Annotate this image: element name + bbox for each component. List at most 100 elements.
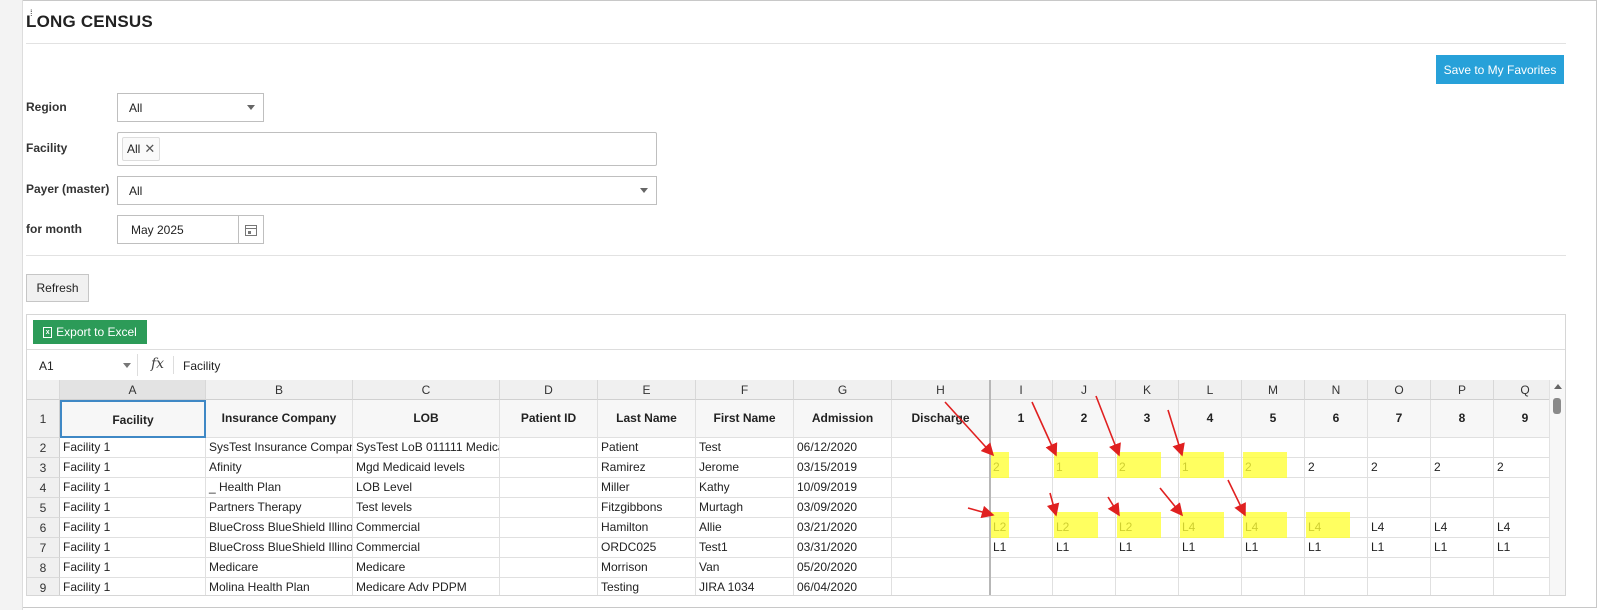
table-cell[interactable]: SysTest LoB 011111 Medicare — [353, 438, 500, 458]
table-header-cell[interactable]: Insurance Company — [206, 400, 353, 438]
table-header-cell[interactable]: LOB — [353, 400, 500, 438]
table-cell[interactable] — [990, 558, 1053, 578]
column-header[interactable]: C — [353, 380, 500, 400]
table-cell[interactable]: Hamilton — [598, 518, 696, 538]
table-cell[interactable]: L1 — [1494, 538, 1557, 558]
table-header-cell[interactable]: 5 — [1242, 400, 1305, 438]
column-header[interactable]: O — [1368, 380, 1431, 400]
table-cell[interactable]: 06/04/2020 — [794, 578, 892, 595]
table-cell[interactable] — [892, 578, 990, 595]
table-cell[interactable] — [1179, 478, 1242, 498]
table-cell[interactable]: ORDC025 — [598, 538, 696, 558]
table-cell[interactable] — [500, 578, 598, 595]
column-header[interactable]: L — [1179, 380, 1242, 400]
table-cell[interactable]: L1 — [1179, 538, 1242, 558]
table-cell[interactable] — [1053, 578, 1116, 595]
table-cell[interactable] — [500, 458, 598, 478]
table-cell[interactable] — [500, 478, 598, 498]
table-cell[interactable]: L1 — [990, 538, 1053, 558]
table-cell[interactable]: 03/21/2020 — [794, 518, 892, 538]
table-cell[interactable]: Kathy — [696, 478, 794, 498]
table-header-cell[interactable]: 2 — [1053, 400, 1116, 438]
table-cell[interactable]: Medicare Adv PDPM — [353, 578, 500, 595]
table-cell[interactable] — [892, 538, 990, 558]
table-cell[interactable]: Facility 1 — [60, 458, 206, 478]
table-cell[interactable] — [1179, 578, 1242, 595]
table-cell[interactable] — [1305, 558, 1368, 578]
row-header[interactable]: 1 — [27, 400, 60, 438]
table-cell[interactable] — [1053, 478, 1116, 498]
column-header[interactable]: H — [892, 380, 990, 400]
table-cell[interactable]: Morrison — [598, 558, 696, 578]
table-cell[interactable]: 2 — [1494, 458, 1557, 478]
table-cell[interactable]: Test — [696, 438, 794, 458]
column-header[interactable]: M — [1242, 380, 1305, 400]
table-cell[interactable]: Molina Health Plan — [206, 578, 353, 595]
table-header-cell[interactable]: 3 — [1116, 400, 1179, 438]
table-cell[interactable]: Commercial — [353, 518, 500, 538]
row-header[interactable]: 5 — [27, 498, 60, 518]
scrollbar-thumb[interactable] — [1553, 398, 1561, 414]
column-header[interactable]: G — [794, 380, 892, 400]
scroll-up-icon[interactable] — [1554, 384, 1562, 389]
column-header[interactable]: Q — [1494, 380, 1557, 400]
table-cell[interactable] — [500, 438, 598, 458]
table-cell[interactable]: Facility 1 — [60, 518, 206, 538]
table-cell[interactable] — [1368, 438, 1431, 458]
table-cell[interactable] — [1431, 498, 1494, 518]
chevron-down-icon[interactable] — [123, 363, 131, 368]
table-cell[interactable]: Medicare — [353, 558, 500, 578]
table-header-cell[interactable]: Admission — [794, 400, 892, 438]
table-cell[interactable]: 06/12/2020 — [794, 438, 892, 458]
table-cell[interactable] — [990, 578, 1053, 595]
table-cell[interactable]: BlueCross BlueShield Illinois — [206, 538, 353, 558]
table-header-cell[interactable]: First Name — [696, 400, 794, 438]
row-header[interactable]: 2 — [27, 438, 60, 458]
table-cell[interactable]: L1 — [1305, 538, 1368, 558]
table-cell[interactable]: 10/09/2019 — [794, 478, 892, 498]
table-cell[interactable] — [1494, 498, 1557, 518]
table-cell[interactable] — [892, 478, 990, 498]
row-header[interactable]: 4 — [27, 478, 60, 498]
table-cell[interactable] — [1116, 578, 1179, 595]
table-cell[interactable] — [1242, 578, 1305, 595]
table-cell[interactable]: L1 — [1368, 538, 1431, 558]
table-header-cell[interactable]: 6 — [1305, 400, 1368, 438]
column-header[interactable]: F — [696, 380, 794, 400]
table-cell[interactable]: SysTest Insurance Company — [206, 438, 353, 458]
table-cell[interactable]: Facility 1 — [60, 498, 206, 518]
table-cell[interactable]: Jerome — [696, 458, 794, 478]
table-cell[interactable]: JIRA 1034 — [696, 578, 794, 595]
table-cell[interactable]: Facility 1 — [60, 438, 206, 458]
table-cell[interactable]: Afinity — [206, 458, 353, 478]
table-cell[interactable] — [1053, 558, 1116, 578]
vertical-scrollbar[interactable] — [1549, 380, 1565, 595]
table-cell[interactable] — [1494, 478, 1557, 498]
table-cell[interactable]: 03/09/2020 — [794, 498, 892, 518]
table-cell[interactable]: Van — [696, 558, 794, 578]
table-cell[interactable] — [1494, 558, 1557, 578]
column-header[interactable]: K — [1116, 380, 1179, 400]
table-cell[interactable] — [500, 498, 598, 518]
table-cell[interactable] — [1431, 478, 1494, 498]
table-header-cell[interactable]: Facility — [60, 400, 206, 438]
table-cell[interactable] — [990, 478, 1053, 498]
formula-input[interactable]: Facility — [183, 359, 220, 373]
row-header[interactable]: 6 — [27, 518, 60, 538]
table-cell[interactable]: BlueCross BlueShield Illinois — [206, 518, 353, 538]
region-select[interactable]: All — [117, 93, 264, 122]
table-cell[interactable]: L1 — [1242, 538, 1305, 558]
column-header[interactable]: I — [990, 380, 1053, 400]
table-cell[interactable]: Facility 1 — [60, 578, 206, 595]
table-cell[interactable]: Ramirez — [598, 458, 696, 478]
column-header[interactable]: A — [60, 380, 206, 400]
row-header[interactable]: 7 — [27, 538, 60, 558]
table-cell[interactable] — [892, 458, 990, 478]
table-cell[interactable]: L4 — [1431, 518, 1494, 538]
refresh-button[interactable]: Refresh — [26, 274, 89, 302]
column-header[interactable]: E — [598, 380, 696, 400]
table-cell[interactable] — [1305, 478, 1368, 498]
month-picker[interactable]: May 2025 — [117, 215, 264, 244]
table-cell[interactable]: Test levels — [353, 498, 500, 518]
table-cell[interactable] — [500, 518, 598, 538]
